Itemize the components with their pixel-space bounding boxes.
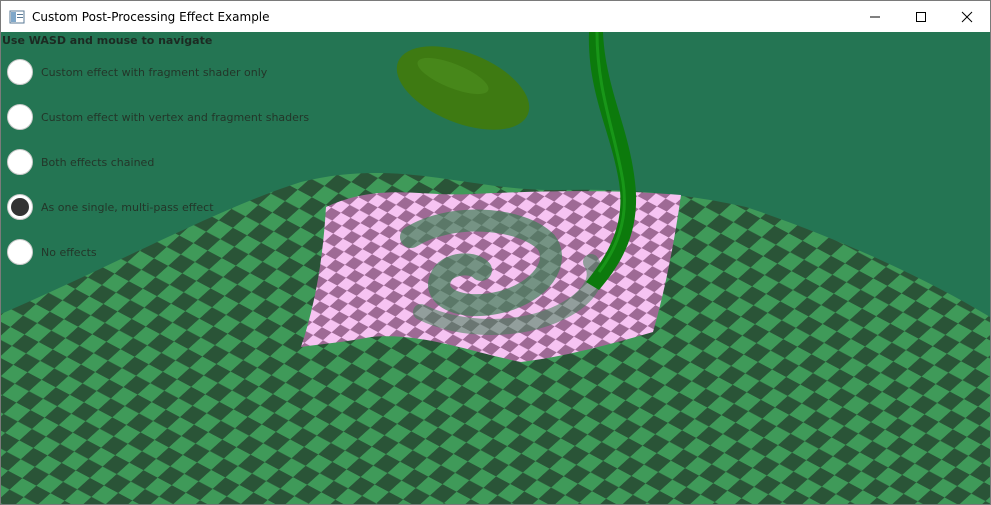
- close-icon: [961, 11, 973, 22]
- minimize-icon: [870, 16, 880, 17]
- radio-label: Custom effect with fragment shader only: [41, 65, 268, 79]
- title-bar[interactable]: Custom Post-Processing Effect Example: [1, 1, 990, 32]
- maximize-icon: [916, 11, 926, 22]
- radio-label: Custom effect with vertex and fragment s…: [41, 110, 310, 124]
- radio-selected-dot: [11, 198, 29, 216]
- radio-button[interactable]: [7, 239, 33, 265]
- render-viewport[interactable]: Use WASD and mouse to navigate Custom ef…: [1, 32, 990, 504]
- radio-option-no-effects[interactable]: No effects: [7, 237, 97, 267]
- radio-option-vertex-fragment[interactable]: Custom effect with vertex and fragment s…: [7, 102, 309, 132]
- radio-button[interactable]: [7, 104, 33, 130]
- navigation-hint: Use WASD and mouse to navigate: [2, 34, 213, 47]
- app-icon: [9, 10, 25, 23]
- radio-option-chained[interactable]: Both effects chained: [7, 147, 154, 177]
- maximize-button[interactable]: [898, 1, 944, 32]
- radio-button[interactable]: [7, 59, 33, 85]
- radio-option-multi-pass[interactable]: As one single, multi-pass effect: [7, 192, 214, 222]
- app-window: Custom Post-Processing Effect Example Us…: [0, 0, 991, 505]
- window-controls: [852, 1, 990, 32]
- radio-label: No effects: [41, 245, 97, 259]
- minimize-button[interactable]: [852, 1, 898, 32]
- window-title: Custom Post-Processing Effect Example: [32, 9, 270, 24]
- radio-button[interactable]: [7, 149, 33, 175]
- close-button[interactable]: [944, 1, 990, 32]
- radio-button-selected[interactable]: [7, 194, 33, 220]
- radio-option-fragment-only[interactable]: Custom effect with fragment shader only: [7, 57, 267, 87]
- radio-label: As one single, multi-pass effect: [41, 200, 214, 214]
- radio-label: Both effects chained: [41, 155, 155, 169]
